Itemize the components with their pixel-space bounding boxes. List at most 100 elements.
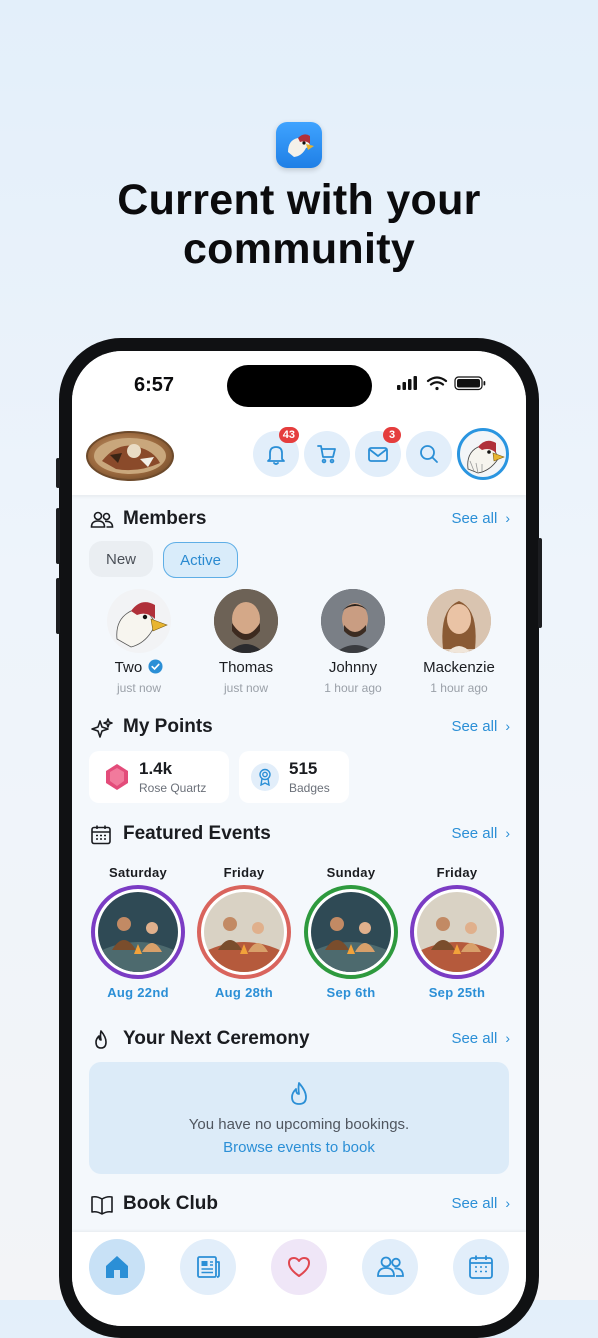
nav-events[interactable] bbox=[453, 1239, 509, 1295]
events-see-all-link[interactable]: See all › bbox=[451, 825, 510, 842]
event-date: Aug 28th bbox=[214, 985, 273, 1000]
no-bookings-message: You have no upcoming bookings. bbox=[188, 1116, 410, 1133]
phone-frame: 6:57 43 3 Members See all › New Active T… bbox=[56, 338, 542, 1338]
event-date: Sep 6th bbox=[326, 985, 376, 1000]
featured-event-card[interactable]: Friday Sep 25th bbox=[407, 865, 507, 1000]
member-thomas[interactable]: Thomas just now bbox=[198, 589, 294, 695]
event-image bbox=[98, 892, 178, 972]
member-last-seen: 1 hour ago bbox=[324, 681, 382, 695]
people-icon bbox=[377, 1256, 404, 1277]
nav-members[interactable] bbox=[362, 1239, 418, 1295]
status-bar: 6:57 bbox=[72, 351, 526, 421]
event-image-ring bbox=[410, 885, 504, 979]
signal-icon bbox=[397, 376, 417, 390]
book-club-title: Book Club bbox=[123, 1193, 218, 1214]
app-icon bbox=[276, 122, 322, 168]
event-image bbox=[417, 892, 497, 972]
avatar bbox=[214, 589, 278, 653]
book-club-see-all-link[interactable]: See all › bbox=[451, 1195, 510, 1212]
gem-icon bbox=[106, 764, 128, 790]
status-time: 6:57 bbox=[134, 374, 175, 396]
battery-icon bbox=[454, 376, 486, 391]
flame-icon bbox=[291, 1082, 307, 1105]
avatar bbox=[427, 589, 491, 653]
headline: Current with your community bbox=[117, 176, 481, 273]
notifications-badge: 43 bbox=[278, 427, 299, 443]
browse-events-link[interactable]: Browse events to book bbox=[89, 1139, 509, 1156]
cart-button[interactable] bbox=[304, 431, 350, 477]
sparkles-icon bbox=[91, 718, 113, 738]
members-header: Members See all › bbox=[90, 506, 510, 534]
member-last-seen: 1 hour ago bbox=[430, 681, 488, 695]
event-day: Friday bbox=[223, 865, 265, 880]
member-two[interactable]: Two just now bbox=[91, 589, 187, 695]
nav-home[interactable] bbox=[89, 1239, 145, 1295]
member-last-seen: just now bbox=[116, 681, 162, 695]
nav-feed[interactable] bbox=[180, 1239, 236, 1295]
messages-badge: 3 bbox=[383, 427, 401, 443]
points-title: My Points bbox=[123, 716, 213, 737]
bell-icon bbox=[267, 446, 285, 465]
no-bookings-card: You have no upcoming bookings. Browse ev… bbox=[89, 1062, 509, 1174]
member-mackenzie[interactable]: Mackenzie 1 hour ago bbox=[411, 589, 507, 695]
chevron-right-icon: › bbox=[505, 718, 510, 734]
member-name: Thomas bbox=[218, 659, 274, 676]
featured-event-card[interactable]: Sunday Sep 6th bbox=[301, 865, 401, 1000]
member-johnny[interactable]: Johnny 1 hour ago bbox=[305, 589, 401, 695]
members-see-all-link[interactable]: See all › bbox=[451, 510, 510, 527]
featured-event-card[interactable]: Friday Aug 28th bbox=[194, 865, 294, 1000]
ceremony-header: Your Next Ceremony See all › bbox=[90, 1026, 510, 1054]
event-image-ring bbox=[304, 885, 398, 979]
events-header: Featured Events See all › bbox=[90, 821, 510, 849]
points-value: 1.4k bbox=[139, 759, 173, 778]
event-image bbox=[311, 892, 391, 972]
badges-value: 515 bbox=[289, 759, 318, 778]
profile-avatar-button[interactable] bbox=[457, 428, 509, 480]
notifications-button[interactable]: 43 bbox=[253, 427, 299, 477]
badge-ribbon-icon bbox=[259, 768, 271, 786]
tab-new[interactable]: New bbox=[89, 541, 153, 577]
top-app-bar: 43 3 bbox=[72, 421, 526, 495]
cart-icon bbox=[317, 445, 336, 464]
tab-active[interactable]: Active bbox=[163, 542, 238, 578]
book-icon bbox=[91, 1195, 113, 1215]
event-day: Friday bbox=[436, 865, 478, 880]
chevron-right-icon: › bbox=[505, 825, 510, 841]
event-image-ring bbox=[197, 885, 291, 979]
event-image-ring bbox=[91, 885, 185, 979]
verified-badge-icon bbox=[148, 659, 163, 674]
event-image bbox=[204, 892, 284, 972]
rose-quartz-card[interactable]: 1.4k Rose Quartz bbox=[89, 751, 229, 803]
flame-icon bbox=[95, 1030, 107, 1049]
calendar-icon bbox=[469, 1255, 493, 1279]
search-icon bbox=[420, 445, 438, 463]
events-title: Featured Events bbox=[123, 823, 271, 844]
event-day: Saturday bbox=[108, 865, 168, 880]
chevron-right-icon: › bbox=[505, 1030, 510, 1046]
book-club-header: Book Club See all › bbox=[90, 1191, 510, 1219]
points-label: Rose Quartz bbox=[139, 781, 207, 795]
nav-favorites[interactable] bbox=[271, 1239, 327, 1295]
members-title: Members bbox=[123, 508, 207, 529]
community-logo[interactable] bbox=[86, 431, 174, 481]
heart-icon bbox=[288, 1257, 310, 1277]
home-icon bbox=[106, 1256, 128, 1278]
chevron-right-icon: › bbox=[505, 510, 510, 526]
member-name: Johnny bbox=[328, 659, 378, 676]
member-name: Two bbox=[114, 659, 143, 676]
event-date: Sep 25th bbox=[428, 985, 486, 1000]
points-header: My Points See all › bbox=[90, 714, 510, 742]
event-date: Aug 22nd bbox=[107, 985, 169, 1000]
points-see-all-link[interactable]: See all › bbox=[451, 718, 510, 735]
badges-card[interactable]: 515 Badges bbox=[239, 751, 349, 803]
avatar bbox=[321, 589, 385, 653]
member-last-seen: just now bbox=[223, 681, 269, 695]
messages-button[interactable]: 3 bbox=[355, 427, 401, 477]
featured-event-card[interactable]: Saturday Aug 22nd bbox=[88, 865, 188, 1000]
event-day: Sunday bbox=[326, 865, 376, 880]
app-screen: 6:57 43 3 Members See all › New Active T… bbox=[72, 351, 526, 1326]
ceremony-see-all-link[interactable]: See all › bbox=[451, 1030, 510, 1047]
dynamic-island bbox=[227, 365, 372, 407]
calendar-icon bbox=[91, 825, 111, 845]
search-button[interactable] bbox=[406, 431, 452, 477]
